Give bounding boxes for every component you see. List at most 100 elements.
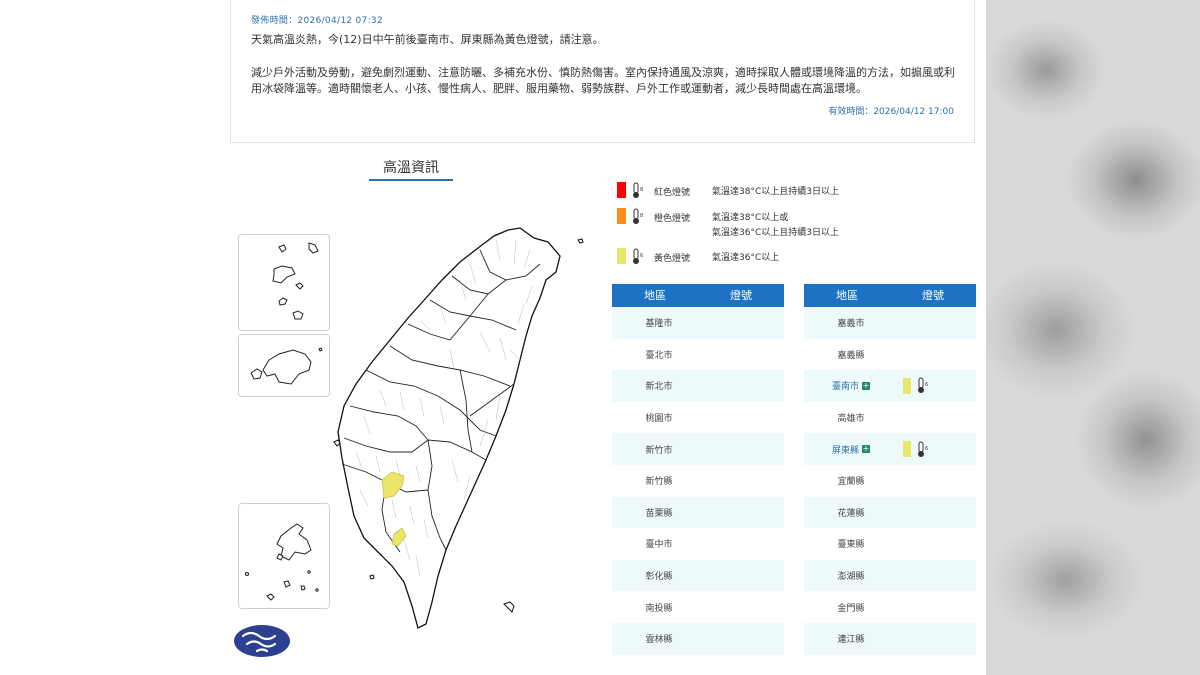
table-row: 新竹縣: [612, 465, 784, 497]
inset-matsu[interactable]: [238, 234, 330, 331]
region-name: 臺東縣: [804, 537, 898, 550]
yellow-signal-swatch: [903, 441, 911, 458]
signal-cell: 6: [898, 441, 976, 458]
legend-yellow-name: 黃色燈號: [654, 254, 691, 264]
region-label: 新北市: [645, 382, 673, 393]
region-name: 嘉義市: [804, 316, 898, 329]
region-label: 南投縣: [645, 603, 673, 614]
region-name: 嘉義縣: [804, 348, 898, 361]
legend-yellow-swatch: [617, 248, 626, 264]
table-row: 高雄市: [804, 402, 976, 434]
notice-headline: 天氣高溫炎熱，今(12)日中午前後臺南市、屏東縣為黃色燈號，請注意。: [251, 33, 604, 46]
table-row: 嘉義縣: [804, 339, 976, 371]
signal-cell: 6: [898, 377, 976, 394]
col-signal-header: 燈號: [730, 289, 752, 302]
notice-advice: 減少戶外活動及勞動，避免劇烈運動、注意防曬、多補充水份、慎防熱傷害。室內保持通風…: [251, 66, 955, 95]
table-row: 臺東縣: [804, 528, 976, 560]
svg-text:8: 8: [640, 213, 643, 219]
table-row[interactable]: 臺南市 +6: [804, 370, 976, 402]
col-region-header: 地區: [644, 289, 666, 302]
thermometer-icon: 8: [633, 208, 643, 224]
table-row: 雲林縣: [612, 622, 784, 655]
thermometer-icon: 8: [633, 182, 643, 198]
legend-red-desc: 氣溫達38°C以上且持續3日以上: [712, 187, 839, 197]
taiwan-map[interactable]: [320, 220, 600, 640]
expand-plus-icon[interactable]: +: [862, 445, 870, 454]
region-label: 新竹縣: [645, 477, 673, 488]
legend-orange-name: 橙色燈號: [654, 214, 691, 224]
region-name: 南投縣: [612, 601, 706, 614]
legend-orange-desc-line2: 氣溫達36°C以上且持續3日以上: [712, 228, 839, 238]
region-label: 嘉義市: [837, 319, 865, 330]
table-row: 花蓮縣: [804, 496, 976, 529]
col-signal-header: 燈號: [922, 289, 944, 302]
region-name: 新竹市: [612, 443, 706, 456]
region-label: 雲林縣: [645, 635, 673, 646]
kinmen-map: [250, 347, 323, 385]
region-name: 花蓮縣: [804, 506, 898, 519]
table-row: 南投縣: [612, 591, 784, 623]
table-row: 金門縣: [804, 591, 976, 623]
region-label: 嘉義縣: [837, 350, 865, 361]
region-name: 連江縣: [804, 632, 898, 645]
table-header: 地區 燈號: [612, 284, 784, 307]
table-row: 臺北市: [612, 339, 784, 371]
expand-plus-icon[interactable]: +: [862, 381, 870, 390]
svg-text:6: 6: [925, 382, 928, 388]
table-row: 苗栗縣: [612, 496, 784, 529]
table-row: 嘉義市: [804, 307, 976, 339]
legend-red-swatch: [617, 182, 626, 198]
region-name[interactable]: 臺南市 +: [804, 379, 898, 392]
map-title: 高溫資訊: [369, 157, 453, 181]
region-label: 基隆市: [645, 319, 673, 330]
inset-penghu[interactable]: [238, 503, 330, 609]
col-region-header: 地區: [836, 289, 858, 302]
region-name: 彰化縣: [612, 569, 706, 582]
region-name: 基隆市: [612, 316, 706, 329]
region-name: 雲林縣: [612, 632, 706, 645]
table-row: 臺中市: [612, 528, 784, 560]
region-name: 桃園市: [612, 411, 706, 424]
legend-orange-desc-line1: 氣溫達38°C以上或: [712, 213, 789, 223]
region-name: 苗栗縣: [612, 506, 706, 519]
region-label: 臺南市: [831, 382, 859, 393]
blurred-background: [986, 0, 1200, 675]
legend-yellow-desc: 氣溫達36°C以上: [712, 253, 780, 263]
region-label: 臺北市: [645, 350, 673, 361]
thermometer-icon: 6: [633, 248, 643, 264]
yellow-signal-swatch: [903, 377, 911, 394]
table-row: 彰化縣: [612, 559, 784, 592]
region-label: 花蓮縣: [837, 508, 865, 519]
legend-red-name: 紅色燈號: [654, 188, 691, 198]
region-label: 高雄市: [837, 414, 865, 425]
region-name: 澎湖縣: [804, 569, 898, 582]
thermometer-icon: 6: [918, 377, 928, 394]
region-name: 金門縣: [804, 601, 898, 614]
region-table-left: 地區 燈號 基隆市臺北市新北市桃園市新竹市新竹縣苗栗縣臺中市彰化縣南投縣雲林縣: [612, 284, 784, 655]
svg-text:6: 6: [925, 446, 928, 452]
table-row: 新竹市: [612, 433, 784, 465]
region-label: 金門縣: [837, 603, 865, 614]
region-label: 屏東縣: [831, 445, 859, 456]
region-name: 臺中市: [612, 537, 706, 550]
table-row: 基隆市: [612, 307, 784, 339]
region-label: 苗栗縣: [645, 508, 673, 519]
legend-orange-desc: 氣溫達38°C以上或 氣溫達36°C以上且持續3日以上: [712, 211, 839, 241]
table-row: 新北市: [612, 370, 784, 402]
table-header: 地區 燈號: [804, 284, 976, 307]
region-label: 宜蘭縣: [837, 477, 865, 488]
region-name: 高雄市: [804, 411, 898, 424]
region-label: 桃園市: [645, 414, 673, 425]
region-name[interactable]: 屏東縣 +: [804, 443, 898, 456]
region-label: 連江縣: [837, 635, 865, 646]
table-row: 桃園市: [612, 402, 784, 434]
region-label: 新竹市: [645, 445, 673, 456]
region-table-right: 地區 燈號 嘉義市 嘉義縣 臺南市 +6 高雄市 屏東縣 +6 宜蘭縣 花蓮縣 臺東縣 澎湖縣 金門縣…: [804, 284, 976, 655]
table-row: 連江縣: [804, 622, 976, 655]
region-name: 宜蘭縣: [804, 474, 898, 487]
table-row[interactable]: 屏東縣 +6: [804, 433, 976, 465]
cwa-logo[interactable]: [233, 624, 291, 658]
inset-kinmen[interactable]: [238, 334, 330, 397]
issue-time: 發佈時間：2026/04/12 07:32: [251, 16, 383, 26]
region-name: 新竹縣: [612, 474, 706, 487]
